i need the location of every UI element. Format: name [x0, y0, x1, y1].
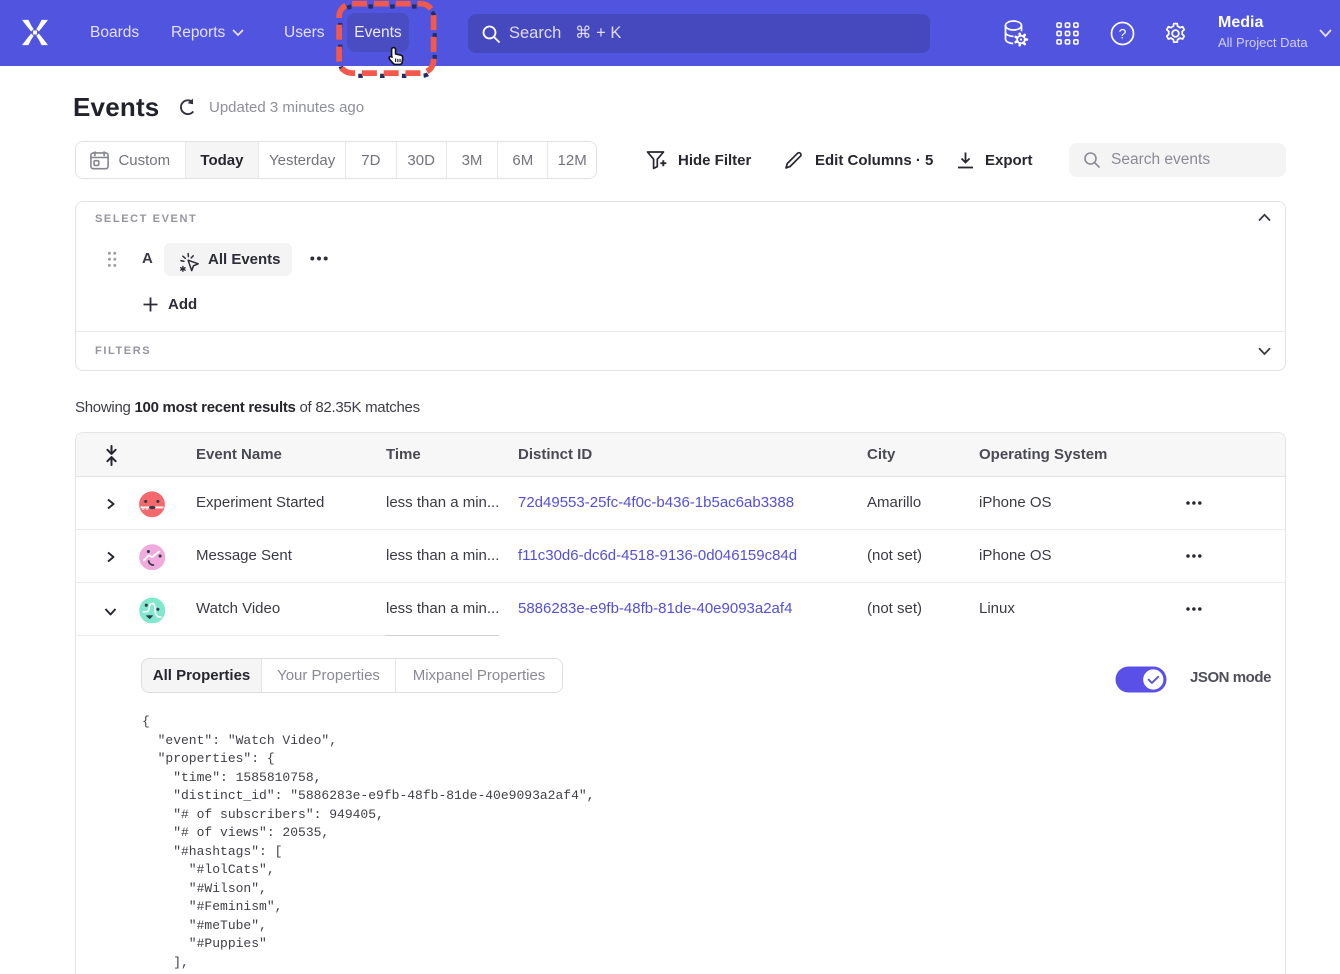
svg-text:?: ? [1119, 26, 1127, 42]
